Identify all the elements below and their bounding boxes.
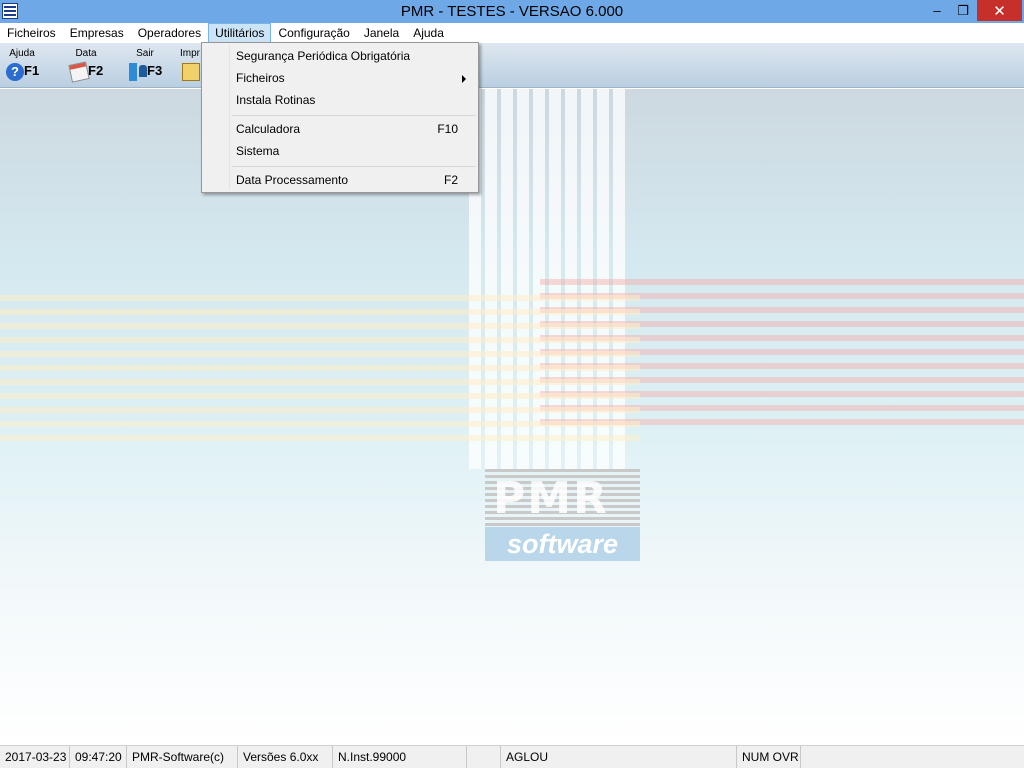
- menu-item-sistema[interactable]: Sistema: [204, 140, 476, 162]
- date-tool-key: F2: [88, 63, 104, 78]
- menu-ficheiros[interactable]: Ficheiros: [0, 23, 63, 43]
- submenu-arrow-icon: [462, 75, 466, 83]
- status-keys: NUM OVR: [737, 746, 801, 768]
- exit-tool-label: Sair: [136, 48, 154, 59]
- menu-separator: [232, 115, 476, 116]
- menu-operadores[interactable]: Operadores: [131, 23, 208, 43]
- pmr-software-logo: PMR software: [485, 469, 640, 561]
- mdi-workspace: PMR software: [0, 89, 1024, 745]
- menu-ajuda[interactable]: Ajuda: [406, 23, 451, 43]
- help-tool-button[interactable]: Ajuda ? F1: [2, 48, 50, 84]
- status-empty-panel: [467, 746, 501, 768]
- window-title: PMR - TESTES - VERSAO 6.000: [400, 3, 624, 20]
- logo-brand: PMR: [493, 473, 609, 524]
- exit-tool-button[interactable]: Sair F3: [125, 48, 173, 84]
- toolbar: Ajuda ? F1 Data F2 Sair F3 Impr: [0, 43, 1024, 88]
- date-tool-label: Data: [75, 48, 97, 59]
- exit-icon: [129, 63, 147, 81]
- menu-item-ficheiros-submenu[interactable]: Ficheiros: [204, 67, 476, 89]
- title-bar: PMR - TESTES - VERSAO 6.000 – ❐ ✕: [0, 0, 1024, 23]
- menu-item-instala-rotinas[interactable]: Instala Rotinas: [204, 89, 476, 111]
- menu-separator: [232, 166, 476, 167]
- status-installation: N.Inst.99000: [333, 746, 467, 768]
- print-icon: [182, 63, 200, 81]
- status-date: 2017-03-23: [0, 746, 70, 768]
- status-time: 09:47:20: [70, 746, 127, 768]
- menu-item-label: Sistema: [236, 144, 280, 158]
- utilitarios-dropdown: Segurança Periódica Obrigatória Ficheiro…: [201, 42, 479, 193]
- menu-empresas[interactable]: Empresas: [63, 23, 131, 43]
- status-bar: 2017-03-23 09:47:20 PMR-Software(c) Vers…: [0, 745, 1024, 768]
- help-tool-label: Ajuda: [9, 48, 35, 59]
- logo-tagline: software: [485, 527, 640, 561]
- menu-item-calculadora[interactable]: Calculadora F10: [204, 118, 476, 140]
- exit-tool-key: F3: [147, 63, 163, 78]
- close-button[interactable]: ✕: [977, 0, 1022, 21]
- menu-item-shortcut: F2: [443, 173, 458, 187]
- menu-item-label: Data Processamento: [236, 173, 349, 187]
- minimize-button[interactable]: –: [924, 0, 950, 21]
- status-company: PMR-Software(c): [127, 746, 238, 768]
- status-empty-panel: [801, 746, 1024, 768]
- menu-bar: Ficheiros Empresas Operadores Utilitário…: [0, 23, 1024, 43]
- menu-item-data-processamento[interactable]: Data Processamento F2: [204, 169, 476, 191]
- menu-item-label: Ficheiros: [236, 71, 285, 85]
- menu-configuracao[interactable]: Configuração: [271, 23, 356, 43]
- help-icon: ?: [6, 63, 24, 81]
- date-tool-button[interactable]: Data F2: [66, 48, 114, 84]
- restore-button[interactable]: ❐: [950, 0, 976, 21]
- menu-utilitarios[interactable]: Utilitários: [208, 23, 272, 43]
- menu-item-label: Calculadora: [236, 122, 301, 136]
- menu-item-label: Segurança Periódica Obrigatória: [236, 49, 411, 63]
- menu-item-shortcut: F10: [437, 122, 458, 136]
- menu-item-seguranca[interactable]: Segurança Periódica Obrigatória: [204, 45, 476, 67]
- menu-item-label: Instala Rotinas: [236, 93, 316, 107]
- calendar-icon: [68, 61, 90, 83]
- status-version: Versões 6.0xx: [238, 746, 333, 768]
- help-tool-key: F1: [24, 63, 40, 78]
- menu-janela[interactable]: Janela: [357, 23, 406, 43]
- status-user: AGLOU: [501, 746, 737, 768]
